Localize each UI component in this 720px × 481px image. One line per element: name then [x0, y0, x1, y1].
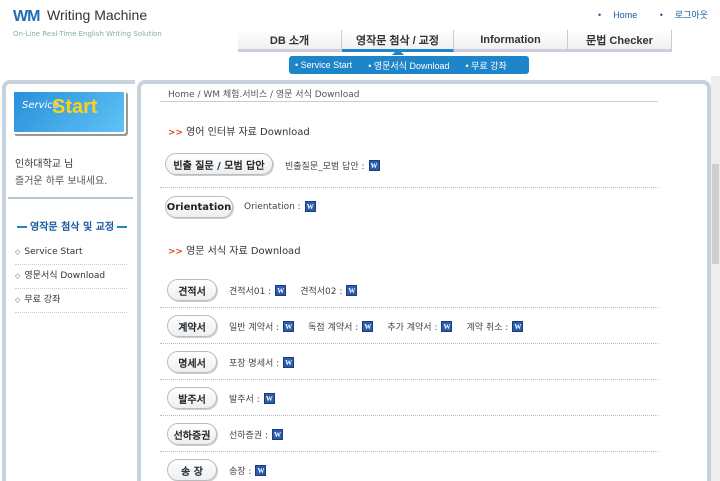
- logo-mark[interactable]: WM: [13, 8, 40, 26]
- scrollbar-thumb[interactable]: [712, 164, 719, 264]
- word-doc-icon[interactable]: W: [368, 160, 380, 171]
- word-doc-icon[interactable]: W: [304, 201, 316, 212]
- sidebar-section-title: 영작문 첨삭 및 교정: [14, 218, 130, 233]
- row-divider: [160, 415, 658, 416]
- main-nav: DB 소개 영작문 첨삭 / 교정 Information 문법 Checker: [238, 30, 672, 52]
- service-start-button[interactable]: Service Start: [12, 90, 126, 134]
- row-divider: [160, 187, 658, 188]
- word-doc-icon[interactable]: W: [283, 321, 295, 332]
- logo-text[interactable]: Writing Machine: [47, 7, 147, 23]
- row-files-faq: 빈출질문_모범 답안 :W: [285, 159, 394, 172]
- subnav-download[interactable]: • 영문서식 Download: [368, 59, 457, 72]
- breadcrumb-divider: [160, 101, 658, 102]
- file-link[interactable]: Orientation :W: [244, 201, 316, 212]
- file-link[interactable]: 일반 계약서 :W: [229, 320, 295, 333]
- tagline: On-Line Real-Time English Writing Soluti…: [13, 30, 162, 38]
- row-files-bill-of-lading: 선하증권 :W: [229, 428, 297, 441]
- row-files-specification: 포장 명세서 :W: [229, 356, 308, 369]
- row-files-contract: 일반 계약서 :W 독점 계약서 :W 추가 계약서 :W 계약 취소 :W: [229, 320, 537, 333]
- word-doc-icon[interactable]: W: [272, 429, 284, 440]
- welcome-text: 즐거운 하루 보내세요.: [15, 176, 108, 187]
- tab-db-intro[interactable]: DB 소개: [238, 30, 342, 52]
- row-label-specification: 명세서: [167, 351, 217, 373]
- word-doc-icon[interactable]: W: [255, 465, 267, 476]
- content-frame: [137, 80, 711, 481]
- row-label-invoice: 송 장: [167, 459, 217, 481]
- file-link[interactable]: 포장 명세서 :W: [229, 356, 295, 369]
- word-doc-icon[interactable]: W: [263, 393, 275, 404]
- word-doc-icon[interactable]: W: [346, 285, 358, 296]
- file-link[interactable]: 추가 계약서 :W: [387, 320, 453, 333]
- row-files-orientation: Orientation :W: [244, 201, 330, 212]
- row-divider: [160, 343, 658, 344]
- sidebar-item-download[interactable]: 영문서식 Download: [15, 265, 127, 289]
- user-name: 인하대학교 님: [15, 159, 74, 170]
- row-files-quotation: 견적서01 :W 견적서02 :W: [229, 284, 371, 297]
- breadcrumb: Home / WM 체험.서비스 / 영문 서식 Download: [168, 90, 360, 100]
- file-link[interactable]: 송장 :W: [229, 464, 267, 477]
- tab-information[interactable]: Information: [454, 30, 568, 52]
- row-files-invoice: 송장 :W: [229, 464, 280, 477]
- row-label-orientation: Orientation: [165, 196, 233, 218]
- sidebar-divider: [8, 197, 133, 199]
- double-arrow-icon: >>: [168, 128, 184, 138]
- file-link[interactable]: 독점 계약서 :W: [308, 320, 374, 333]
- section-title-forms: >> 영문 서식 자료 Download: [168, 246, 301, 257]
- file-link[interactable]: 선하증권 :W: [229, 428, 284, 441]
- home-link[interactable]: • Home: [588, 10, 637, 20]
- row-files-purchase-order: 발주서 :W: [229, 392, 289, 405]
- row-label-quotation: 견적서: [167, 279, 217, 301]
- subnav-free-lecture[interactable]: • 무료 강좌: [466, 59, 515, 72]
- file-link[interactable]: 발주서 :W: [229, 392, 275, 405]
- word-doc-icon[interactable]: W: [512, 321, 524, 332]
- row-label-purchase-order: 발주서: [167, 387, 217, 409]
- word-doc-icon[interactable]: W: [441, 321, 453, 332]
- word-doc-icon[interactable]: W: [275, 285, 287, 296]
- scrollbar[interactable]: [711, 76, 720, 481]
- active-tab-caret: [392, 49, 404, 55]
- row-divider: [160, 307, 658, 308]
- file-link[interactable]: 견적서02 :W: [300, 284, 358, 297]
- word-doc-icon[interactable]: W: [362, 321, 374, 332]
- logout-link[interactable]: • 로그아웃: [650, 10, 708, 20]
- row-label-contract: 계약서: [167, 315, 217, 337]
- row-divider: [160, 451, 658, 452]
- row-divider: [160, 379, 658, 380]
- row-label-bill-of-lading: 선하증권: [167, 423, 217, 445]
- double-arrow-icon: >>: [168, 247, 184, 257]
- file-link[interactable]: 빈출질문_모범 답안 :W: [285, 159, 380, 172]
- word-doc-icon[interactable]: W: [283, 357, 295, 368]
- sidebar-menu: Service Start 영문서식 Download 무료 강좌: [15, 241, 127, 313]
- file-link[interactable]: 견적서01 :W: [229, 284, 287, 297]
- subnav-service-start[interactable]: • Service Start: [295, 60, 360, 70]
- row-label-faq: 빈출 질문 / 모범 답안: [165, 153, 273, 175]
- section-title-interview: >> 영어 인터뷰 자료 Download: [168, 127, 310, 138]
- tab-grammar-checker[interactable]: 문법 Checker: [568, 30, 672, 52]
- sidebar-item-free-lecture[interactable]: 무료 강좌: [15, 289, 127, 313]
- file-link[interactable]: 계약 취소 :W: [466, 320, 524, 333]
- sidebar-item-service-start[interactable]: Service Start: [15, 241, 127, 265]
- top-links: • Home • 로그아웃: [578, 8, 708, 21]
- sub-nav: • Service Start • 영문서식 Download • 무료 강좌: [289, 56, 529, 74]
